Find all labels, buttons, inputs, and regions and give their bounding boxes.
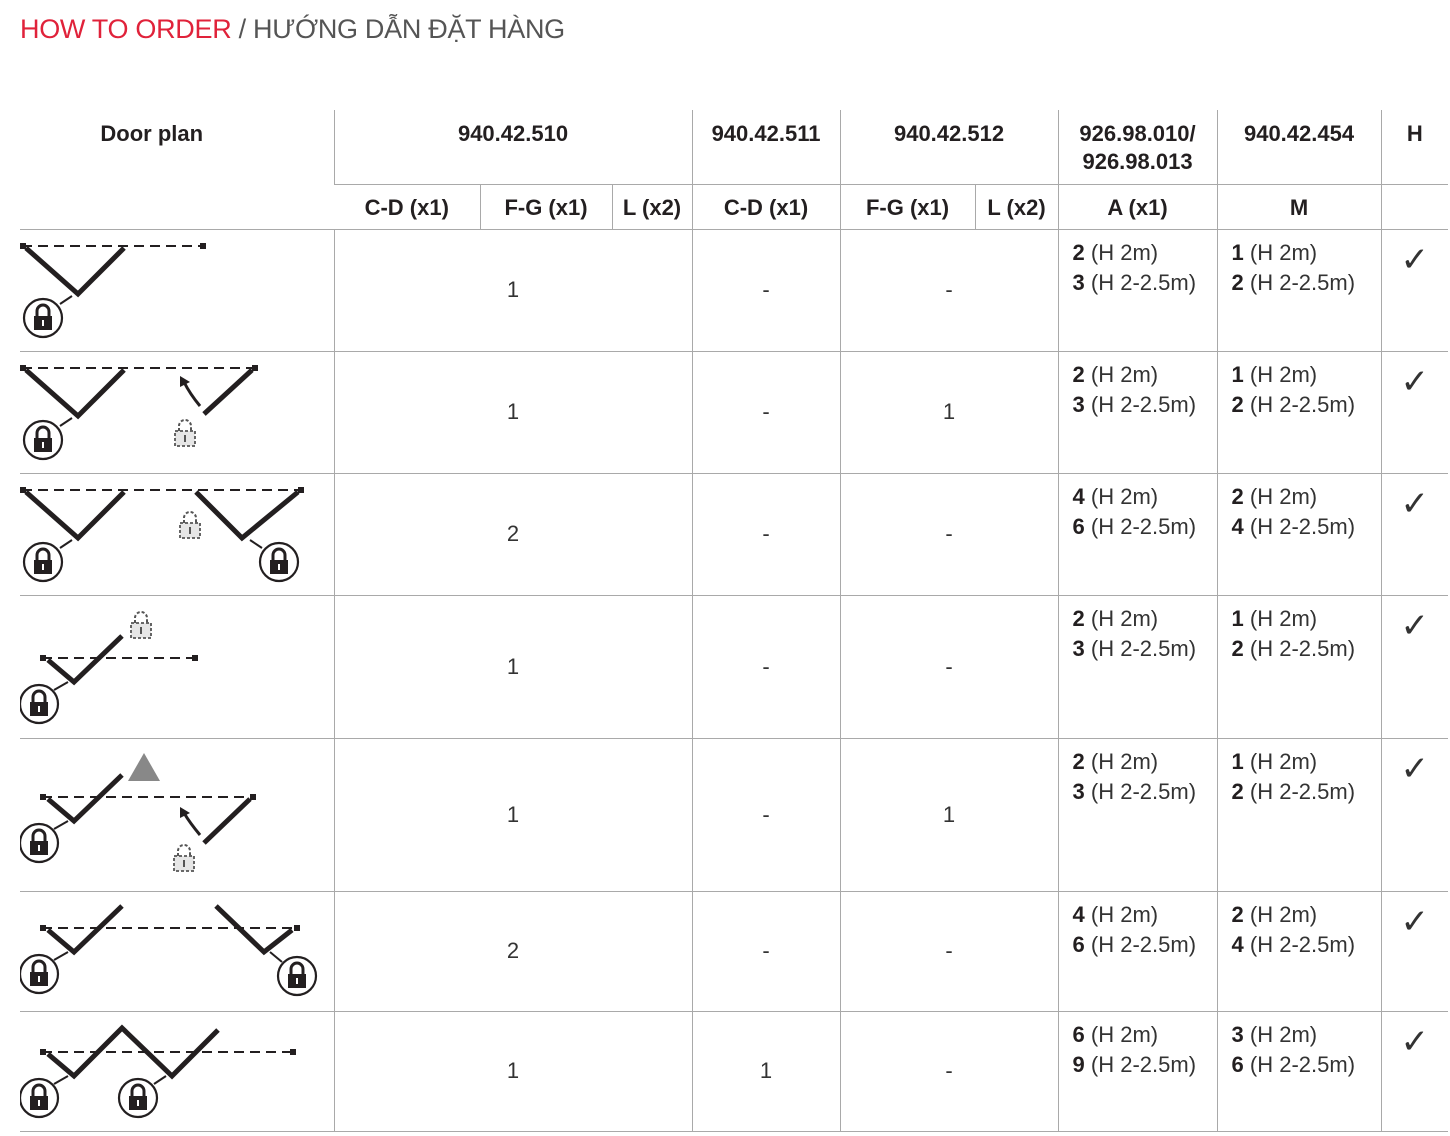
subheader-m: M <box>1216 184 1382 230</box>
table-row: 1 - - 2 (H 2m) 3 (H 2-2.5m) 1 (H 2m) 2 (H … <box>20 595 1449 739</box>
order-table: Door plan 940.42.510 940.42.511 940.42.5… <box>20 110 1449 1132</box>
door-plan-3-icon <box>20 486 304 582</box>
door-plan-diagram <box>20 738 334 892</box>
qty-940-42-511: - <box>691 738 841 892</box>
subheader-fg-510: F-G (x1) <box>479 184 612 230</box>
dashed-padlock-icon <box>179 510 201 539</box>
qty-940-42-510: 2 <box>333 473 693 596</box>
door-plan-diagram <box>20 891 334 1012</box>
qty-940-42-510: 1 <box>333 1011 693 1132</box>
table-row: 1 1 - 6 (H 2m) 9 (H 2-2.5m) 3 (H 2m) 6 (H … <box>20 1011 1449 1132</box>
triangle-marker-icon <box>128 752 160 781</box>
qty-940-42-512: - <box>839 1011 1059 1132</box>
door-plan-2-icon <box>20 364 258 460</box>
door-plan-5-icon <box>20 752 256 872</box>
qty-m: 1 (H 2m) 2 (H 2-2.5m) <box>1216 738 1382 892</box>
qty-m: 2 (H 2m) 4 (H 2-2.5m) <box>1216 891 1382 1012</box>
qty-m: 1 (H 2m) 2 (H 2-2.5m) <box>1216 229 1382 352</box>
header-door-plan: Door plan <box>20 110 334 230</box>
qty-940-42-511: - <box>691 229 841 352</box>
qty-a: 4 (H 2m) 6 (H 2-2.5m) <box>1057 473 1218 596</box>
header-h: H <box>1380 110 1449 185</box>
subheader-fg-512: F-G (x1) <box>839 184 976 230</box>
subheader-a: A (x1) <box>1057 184 1218 230</box>
qty-940-42-512: 1 <box>839 738 1059 892</box>
header-940-42-510: 940.42.510 <box>333 110 693 185</box>
padlock-icon <box>117 1077 159 1118</box>
header-926-98-010: 926.98.010/ 926.98.013 <box>1057 110 1218 185</box>
subheader-cd-511: C-D (x1) <box>691 184 841 230</box>
title-english: HOW TO ORDER <box>20 14 232 44</box>
padlock-icon <box>20 683 60 724</box>
door-plan-6-icon <box>20 903 318 996</box>
qty-940-42-511: - <box>691 351 841 474</box>
qty-940-42-511: - <box>691 891 841 1012</box>
door-plan-4-icon <box>20 610 198 724</box>
page-title: HOW TO ORDER / HƯỚNG DẪN ĐẶT HÀNG <box>20 14 565 45</box>
door-plan-diagram <box>20 351 334 474</box>
door-plan-7-icon <box>20 1024 296 1118</box>
qty-m: 1 (H 2m) 2 (H 2-2.5m) <box>1216 351 1382 474</box>
door-plan-diagram <box>20 473 334 596</box>
qty-a: 2 (H 2m) 3 (H 2-2.5m) <box>1057 351 1218 474</box>
qty-940-42-512: - <box>839 595 1059 739</box>
qty-a: 2 (H 2m) 3 (H 2-2.5m) <box>1057 595 1218 739</box>
qty-a: 2 (H 2m) 3 (H 2-2.5m) <box>1057 229 1218 352</box>
padlock-icon <box>20 822 60 863</box>
header-940-42-512: 940.42.512 <box>839 110 1059 185</box>
qty-m: 2 (H 2m) 4 (H 2-2.5m) <box>1216 473 1382 596</box>
table-row: 1 - 1 2 (H 2m) 3 (H 2-2.5m) 1 (H 2m) 2 (H … <box>20 351 1449 474</box>
qty-940-42-512: - <box>839 891 1059 1012</box>
padlock-icon <box>276 955 318 996</box>
door-plan-diagram <box>20 595 334 739</box>
qty-940-42-510: 2 <box>333 891 693 1012</box>
qty-m: 1 (H 2m) 2 (H 2-2.5m) <box>1216 595 1382 739</box>
dashed-padlock-icon <box>174 418 196 447</box>
qty-940-42-512: - <box>839 473 1059 596</box>
dashed-padlock-icon <box>173 843 195 872</box>
table-row: 1 - - 2 (H 2m) 3 (H 2-2.5m) 1 (H 2m) 2 (H … <box>20 229 1449 352</box>
qty-940-42-510: 1 <box>333 229 693 352</box>
qty-940-42-510: 1 <box>333 595 693 739</box>
padlock-icon <box>258 541 300 582</box>
subheader-cd-510: C-D (x1) <box>334 184 480 230</box>
title-vietnamese: / HƯỚNG DẪN ĐẶT HÀNG <box>231 14 566 44</box>
table-row: 2 - - 4 (H 2m) 6 (H 2-2.5m) 2 (H 2m) 4 (H … <box>20 473 1449 596</box>
qty-940-42-512: 1 <box>839 351 1059 474</box>
padlock-icon <box>22 419 64 460</box>
checkmark-icon: ✓ <box>1380 891 1449 1012</box>
checkmark-icon: ✓ <box>1380 351 1449 474</box>
padlock-icon <box>22 541 64 582</box>
checkmark-icon: ✓ <box>1380 738 1449 892</box>
qty-940-42-511: - <box>691 473 841 596</box>
subheader-l-512: L (x2) <box>974 184 1059 230</box>
qty-a: 6 (H 2m) 9 (H 2-2.5m) <box>1057 1011 1218 1132</box>
qty-940-42-510: 1 <box>333 738 693 892</box>
header-940-42-454: 940.42.454 <box>1216 110 1382 185</box>
checkmark-icon: ✓ <box>1380 473 1449 596</box>
padlock-icon <box>20 953 60 994</box>
qty-a: 4 (H 2m) 6 (H 2-2.5m) <box>1057 891 1218 1012</box>
door-plan-diagram <box>20 229 334 352</box>
qty-940-42-510: 1 <box>333 351 693 474</box>
qty-940-42-511: 1 <box>691 1011 841 1132</box>
qty-940-42-511: - <box>691 595 841 739</box>
qty-a: 2 (H 2m) 3 (H 2-2.5m) <box>1057 738 1218 892</box>
checkmark-icon: ✓ <box>1380 595 1449 739</box>
qty-m: 3 (H 2m) 6 (H 2-2.5m) <box>1216 1011 1382 1132</box>
dashed-padlock-icon <box>130 610 152 639</box>
padlock-icon <box>22 297 64 338</box>
checkmark-icon: ✓ <box>1380 1011 1449 1132</box>
padlock-icon <box>20 1077 60 1118</box>
door-plan-diagram <box>20 1011 334 1132</box>
checkmark-icon: ✓ <box>1380 229 1449 352</box>
subheader-l-510: L (x2) <box>611 184 693 230</box>
subheader-h-blank <box>1380 184 1449 230</box>
table-row: 2 - - 4 (H 2m) 6 (H 2-2.5m) 2 (H 2m) 4 (H … <box>20 891 1449 1012</box>
qty-940-42-512: - <box>839 229 1059 352</box>
table-row: 1 - 1 2 (H 2m) 3 (H 2-2.5m) 1 (H 2m) 2 (H … <box>20 738 1449 892</box>
door-plan-1-icon <box>20 242 206 338</box>
header-940-42-511: 940.42.511 <box>691 110 841 185</box>
